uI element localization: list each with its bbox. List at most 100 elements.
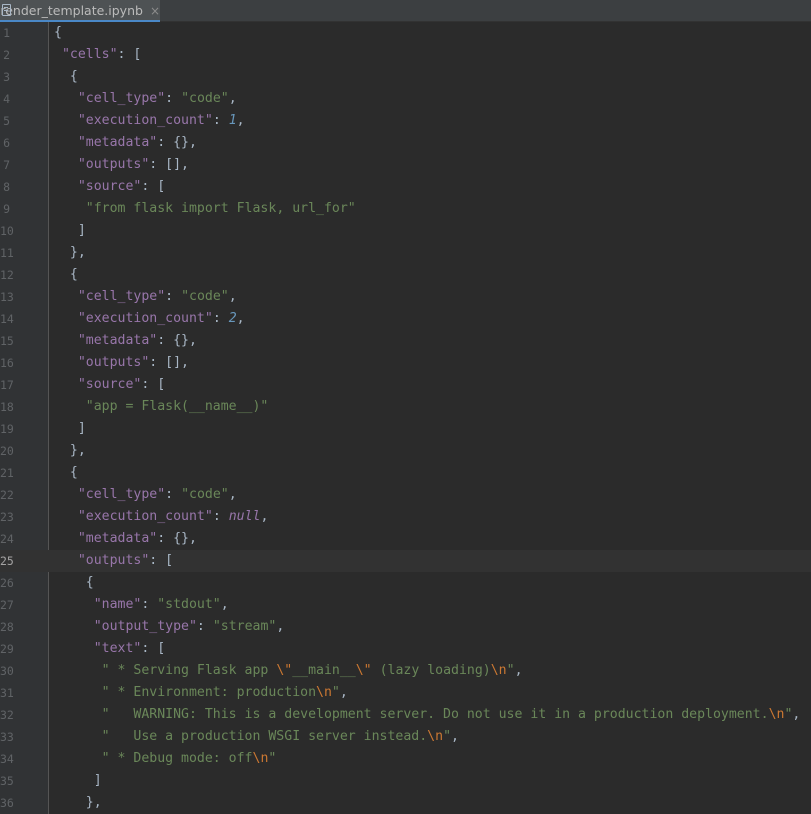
code-token: 1 — [228, 113, 237, 128]
code-text: " * Serving Flask app \"__main__\" (lazy… — [54, 660, 523, 682]
code-line[interactable]: 3 { — [0, 66, 811, 88]
code-line[interactable]: 9 "from flask import Flask, url_for" — [0, 198, 811, 220]
code-text: " * Environment: production\n", — [54, 682, 348, 704]
code-line[interactable]: 14 "execution_count": 2, — [0, 308, 811, 330]
code-line[interactable]: 29 "text": [ — [0, 638, 811, 660]
code-text: "name": "stdout", — [54, 594, 229, 616]
code-line[interactable]: 26 { — [0, 572, 811, 594]
code-line[interactable]: 11 }, — [0, 242, 811, 264]
code-line[interactable]: 36 }, — [0, 792, 811, 814]
code-token: "source" — [77, 377, 142, 392]
code-line[interactable]: 35 ] — [0, 770, 811, 792]
code-line[interactable]: 7 "outputs": [], — [0, 154, 811, 176]
code-line[interactable]: 2 "cells": [ — [0, 44, 811, 66]
code-text: "cell_type": "code", — [54, 88, 237, 110]
code-token: "cell_type" — [77, 289, 166, 304]
code-token: { — [54, 267, 78, 282]
code-token: , — [792, 707, 801, 722]
code-token: "text" — [93, 641, 142, 656]
code-line[interactable]: 20 }, — [0, 440, 811, 462]
code-line[interactable]: 6 "metadata": {}, — [0, 132, 811, 154]
editor-tab-bar: render_template.ipynb × — [0, 0, 811, 22]
code-token: , — [276, 619, 285, 634]
code-text: "source": [ — [54, 374, 165, 396]
code-line[interactable]: 34 " * Debug mode: off\n" — [0, 748, 811, 770]
code-line[interactable]: 24 "metadata": {}, — [0, 528, 811, 550]
code-token: "code" — [181, 91, 229, 106]
code-line[interactable]: 16 "outputs": [], — [0, 352, 811, 374]
line-number: 28 — [0, 620, 14, 634]
code-line[interactable]: 27 "name": "stdout", — [0, 594, 811, 616]
code-token: "metadata" — [77, 333, 158, 348]
code-text: "metadata": {}, — [54, 528, 197, 550]
code-line[interactable]: 32 " WARNING: This is a development serv… — [0, 704, 811, 726]
code-token: "execution_count" — [77, 113, 213, 128]
code-line[interactable]: 17 "source": [ — [0, 374, 811, 396]
code-token: \n — [252, 751, 269, 766]
code-line[interactable]: 25 "outputs": [ — [0, 550, 811, 572]
line-number: 14 — [0, 312, 14, 326]
code-text: { — [54, 264, 78, 286]
code-token: : — [141, 597, 158, 612]
code-token: null — [228, 509, 261, 524]
code-token: : [ — [149, 553, 174, 568]
code-token: , — [228, 289, 237, 304]
line-number: 10 — [0, 224, 14, 238]
line-number: 11 — [0, 246, 14, 260]
code-text: "execution_count": null, — [54, 506, 269, 528]
code-token: "metadata" — [77, 531, 158, 546]
code-text: { — [54, 66, 78, 88]
code-line[interactable]: 10 ] — [0, 220, 811, 242]
code-editor[interactable]: 1{2 "cells": [3 {4 "cell_type": "code", 5… — [0, 22, 811, 814]
code-line[interactable]: 30 " * Serving Flask app \"__main__\" (l… — [0, 660, 811, 682]
code-token: : {}, — [157, 333, 197, 348]
code-token: " — [506, 663, 515, 678]
code-token: "output_type" — [93, 619, 197, 634]
code-line[interactable]: 5 "execution_count": 1, — [0, 110, 811, 132]
code-token: \" — [276, 663, 293, 678]
code-token: }, — [54, 245, 86, 260]
file-tab[interactable]: render_template.ipynb × — [0, 0, 160, 22]
code-line[interactable]: 21 { — [0, 462, 811, 484]
code-line[interactable]: 4 "cell_type": "code", — [0, 88, 811, 110]
code-token: "outputs" — [77, 355, 150, 370]
line-number: 22 — [0, 488, 14, 502]
line-number: 1 — [3, 26, 10, 40]
code-token: "execution_count" — [77, 509, 213, 524]
code-text: "execution_count": 2, — [54, 308, 245, 330]
code-token: "cells" — [61, 47, 118, 62]
code-token: " — [268, 751, 277, 766]
code-token: , — [228, 487, 237, 502]
code-token: ] — [54, 421, 86, 436]
code-token: "name" — [93, 597, 142, 612]
code-line[interactable]: 18 "app = Flask(__name__)" — [0, 396, 811, 418]
code-text: " WARNING: This is a development server.… — [54, 704, 801, 726]
close-icon[interactable]: × — [150, 4, 160, 18]
code-text: }, — [54, 242, 86, 264]
code-token: { — [54, 69, 78, 84]
code-token: \n — [768, 707, 785, 722]
code-line[interactable]: 33 " Use a production WSGI server instea… — [0, 726, 811, 748]
code-line[interactable]: 15 "metadata": {}, — [0, 330, 811, 352]
code-token: "stdout" — [157, 597, 221, 612]
code-line[interactable]: 31 " * Environment: production\n", — [0, 682, 811, 704]
code-token: : — [165, 487, 182, 502]
code-line[interactable]: 22 "cell_type": "code", — [0, 484, 811, 506]
code-token: 2 — [228, 311, 237, 326]
code-line[interactable]: 13 "cell_type": "code", — [0, 286, 811, 308]
code-line[interactable]: 19 ] — [0, 418, 811, 440]
line-number: 36 — [0, 796, 14, 810]
code-line[interactable]: 8 "source": [ — [0, 176, 811, 198]
line-number: 35 — [0, 774, 14, 788]
code-token: , — [339, 685, 348, 700]
code-line[interactable]: 28 "output_type": "stream", — [0, 616, 811, 638]
code-line[interactable]: 12 { — [0, 264, 811, 286]
code-text: "cells": [ — [54, 44, 141, 66]
code-line[interactable]: 23 "execution_count": null, — [0, 506, 811, 528]
code-line[interactable]: 1{ — [0, 22, 811, 44]
